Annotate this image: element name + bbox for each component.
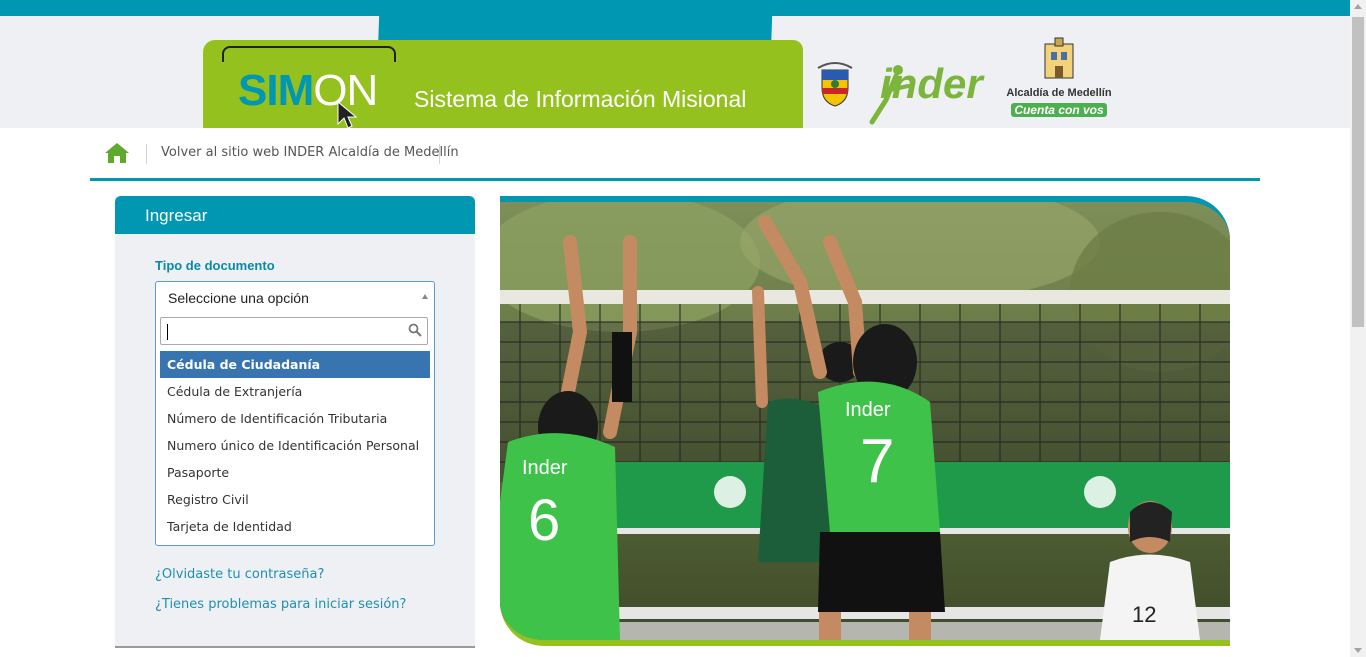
- hero-photo: 6 Inder 7 Inder 12: [500, 196, 1230, 646]
- alcaldia-slogan: Cuenta con vos: [1011, 103, 1107, 117]
- doc-type-label: Tipo de documento: [155, 258, 275, 273]
- page-scrollbar[interactable]: [1350, 0, 1366, 657]
- scroll-down-arrow-icon[interactable]: [1354, 648, 1362, 653]
- doc-type-option-list: Cédula de Ciudadanía Cédula de Extranjerí…: [160, 351, 430, 540]
- text-caret: [167, 324, 168, 340]
- scroll-up-arrow-icon[interactable]: [1354, 4, 1362, 9]
- volleyball-photo: 6 Inder 7 Inder 12: [500, 202, 1230, 640]
- doc-type-select[interactable]: Seleccione una opción: [155, 281, 435, 312]
- search-icon: [408, 323, 422, 337]
- doc-type-select-value: Seleccione una opción: [168, 290, 309, 306]
- back-to-inder-link[interactable]: Volver al sitio web INDER Alcaldía de Me…: [161, 145, 459, 160]
- banner-title: Sistema de Información Misional: [414, 86, 747, 112]
- site-header: SIMON Sistema de Información Misional in…: [0, 16, 1350, 128]
- doc-type-option[interactable]: Cédula de Extranjería: [160, 378, 430, 405]
- jersey-text: Inder: [845, 399, 891, 421]
- doc-type-option[interactable]: Tarjeta de Identidad: [160, 513, 430, 540]
- nav-divider: [439, 144, 440, 164]
- doc-type-option[interactable]: Numero único de Identificación Personal: [160, 432, 430, 459]
- login-panel-title: Ingresar: [145, 206, 208, 225]
- simon-logo-part1: SIM: [238, 66, 314, 115]
- alcaldia-name: Alcaldía de Medellín: [1006, 87, 1112, 99]
- login-panel: Ingresar Tipo de documento Seleccione un…: [115, 196, 475, 648]
- doc-type-search-input[interactable]: [160, 317, 428, 345]
- top-accent-bar: [0, 0, 1350, 16]
- nav-divider: [146, 144, 147, 164]
- nav-bar: Volver al sitio web INDER Alcaldía de Me…: [90, 128, 1260, 181]
- home-icon[interactable]: [104, 142, 130, 164]
- jersey-number: 6: [528, 488, 560, 553]
- chevron-up-icon: [422, 294, 428, 299]
- login-problems-link[interactable]: ¿Tienes problemas para iniciar sesión?: [155, 597, 406, 612]
- doc-type-option[interactable]: Cédula de Ciudadanía: [160, 351, 430, 378]
- alcaldia-building-icon: [1044, 37, 1074, 79]
- doc-type-dropdown: Cédula de Ciudadanía Cédula de Extranjerí…: [155, 311, 435, 546]
- doc-type-option[interactable]: Número de Identificación Tributaria: [160, 405, 430, 432]
- colombia-shield-icon: [817, 62, 853, 107]
- forgot-password-link[interactable]: ¿Olvidaste tu contraseña?: [155, 567, 324, 582]
- jersey-number: 12: [1132, 602, 1156, 627]
- banner-decoration: [222, 46, 396, 62]
- jersey-text: Inder: [522, 457, 568, 479]
- doc-type-option[interactable]: Registro Civil: [160, 486, 430, 513]
- jersey-number: 7: [860, 427, 894, 496]
- cursor-icon: [337, 100, 358, 128]
- inder-logo: inder: [880, 60, 983, 107]
- alcaldia-logo: Alcaldía de Medellín Cuenta con vos: [1006, 36, 1112, 128]
- scrollbar-thumb[interactable]: [1352, 17, 1364, 327]
- doc-type-option[interactable]: Pasaporte: [160, 459, 430, 486]
